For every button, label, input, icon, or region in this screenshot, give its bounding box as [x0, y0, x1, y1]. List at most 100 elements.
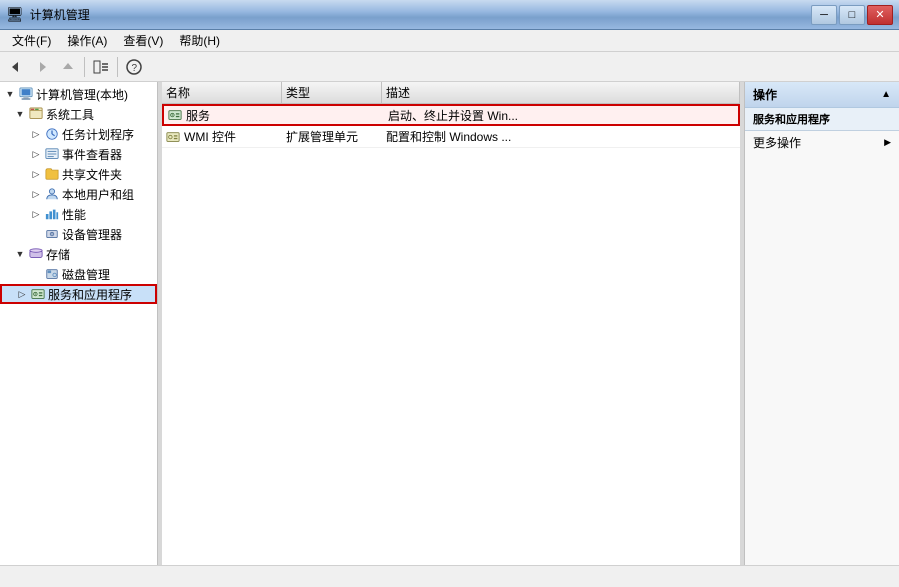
tree-device-manager[interactable]: 设备管理器 [0, 224, 157, 244]
expand-storage-icon[interactable]: ▼ [12, 246, 28, 262]
tree-local-users[interactable]: ▷ 本地用户和组 [0, 184, 157, 204]
tree-root-label: 计算机管理(本地) [36, 86, 128, 103]
perf-svg [45, 207, 59, 221]
col-name-label: 名称 [166, 84, 190, 101]
task-scheduler-label: 任务计划程序 [62, 126, 134, 143]
title-controls: ─ □ ✕ [811, 5, 893, 25]
right-panel-title: 操作 [753, 86, 777, 103]
toolbar-separator-1 [84, 57, 85, 77]
list-row-services[interactable]: 服务 启动、终止并设置 Win... [162, 104, 740, 126]
wmi-row-icon [166, 130, 180, 144]
col-header-type[interactable]: 类型 [282, 82, 382, 103]
services-apps-label: 服务和应用程序 [48, 286, 132, 303]
right-panel-header: 操作 ▲ [745, 82, 899, 108]
right-panel: 操作 ▲ 服务和应用程序 更多操作 ▶ [744, 82, 899, 565]
tree-icon [93, 59, 109, 75]
row-wmi-desc: 配置和控制 Windows ... [382, 128, 740, 145]
main-content: ▼ 计算机管理(本地) ▼ 系 [0, 82, 899, 565]
toolbar-help-button[interactable]: ? [122, 55, 146, 79]
computer-icon [18, 86, 34, 102]
toolbar-tree-button[interactable] [89, 55, 113, 79]
col-desc-label: 描述 [386, 84, 410, 101]
back-icon [8, 59, 24, 75]
title-bar: 🖥 计算机管理 ─ □ ✕ [0, 0, 899, 30]
share-icon [44, 166, 60, 182]
more-actions-label: 更多操作 [753, 134, 801, 151]
minimize-button[interactable]: ─ [811, 5, 837, 25]
tree-services-apps[interactable]: ▷ 服务和应用程序 [0, 284, 157, 304]
tree-performance[interactable]: ▷ 性能 [0, 204, 157, 224]
menu-view[interactable]: 查看(V) [115, 30, 171, 51]
list-body: 服务 启动、终止并设置 Win... WMI 控件 扩展管理单元 配置 [162, 104, 740, 565]
expand-root-icon[interactable]: ▼ [2, 86, 18, 102]
device-icon [44, 226, 60, 242]
performance-label: 性能 [62, 206, 86, 223]
row-services-desc: 启动、终止并设置 Win... [384, 107, 738, 124]
svg-text:?: ? [132, 63, 138, 74]
event-svg [45, 147, 59, 161]
title-icon: 🖥 [6, 6, 24, 23]
shared-folders-label: 共享文件夹 [62, 166, 122, 183]
device-svg [45, 227, 59, 241]
expand-perf-icon[interactable]: ▷ [28, 206, 44, 222]
up-icon [60, 59, 76, 75]
tree-task-scheduler[interactable]: ▷ 任务计划程序 [0, 124, 157, 144]
tree-system-tools[interactable]: ▼ 系统工具 [0, 104, 157, 124]
expand-event-icon[interactable]: ▷ [28, 146, 44, 162]
tree-disk-management[interactable]: 磁盘管理 [0, 264, 157, 284]
right-panel-more-actions[interactable]: 更多操作 ▶ [745, 131, 899, 154]
expand-disk-icon [28, 266, 44, 282]
storage-icon [28, 246, 44, 262]
restore-button[interactable]: □ [839, 5, 865, 25]
expand-services-icon[interactable]: ▷ [14, 286, 30, 302]
event-icon [44, 146, 60, 162]
row-wmi-name: WMI 控件 [162, 128, 282, 145]
device-manager-label: 设备管理器 [62, 226, 122, 243]
tree-shared-folders[interactable]: ▷ 共享文件夹 [0, 164, 157, 184]
toolbar-forward-button[interactable] [30, 55, 54, 79]
services-svg [31, 287, 45, 301]
col-header-name[interactable]: 名称 [162, 82, 282, 103]
menu-action[interactable]: 操作(A) [59, 30, 115, 51]
local-users-label: 本地用户和组 [62, 186, 134, 203]
forward-icon [34, 59, 50, 75]
menu-help[interactable]: 帮助(H) [171, 30, 228, 51]
col-header-desc[interactable]: 描述 [382, 82, 740, 103]
event-viewer-label: 事件查看器 [62, 146, 122, 163]
menu-bar: 文件(F) 操作(A) 查看(V) 帮助(H) [0, 30, 899, 52]
toolbar-separator-2 [117, 57, 118, 77]
services-tree-icon [30, 286, 46, 302]
monitor-svg [19, 87, 33, 101]
menu-file[interactable]: 文件(F) [4, 30, 59, 51]
expand-share-icon[interactable]: ▷ [28, 166, 44, 182]
expand-system-icon[interactable]: ▼ [12, 106, 28, 122]
more-actions-arrow: ▶ [884, 137, 891, 148]
right-panel-up-icon[interactable]: ▲ [881, 89, 891, 100]
help-icon: ? [126, 59, 142, 75]
task-svg [45, 127, 59, 141]
row-services-name-text: 服务 [186, 107, 210, 124]
expand-device-icon [28, 226, 44, 242]
toolbar-up-button[interactable] [56, 55, 80, 79]
user-svg [45, 187, 59, 201]
tree-event-viewer[interactable]: ▷ 事件查看器 [0, 144, 157, 164]
task-icon [44, 126, 60, 142]
right-panel-services-section: 服务和应用程序 [745, 108, 899, 131]
storage-label: 存储 [46, 246, 70, 263]
close-button[interactable]: ✕ [867, 5, 893, 25]
disk-management-label: 磁盘管理 [62, 266, 110, 283]
col-type-label: 类型 [286, 84, 310, 101]
row-wmi-name-text: WMI 控件 [184, 128, 236, 145]
toolbar: ? [0, 52, 899, 82]
list-row-wmi[interactable]: WMI 控件 扩展管理单元 配置和控制 Windows ... [162, 126, 740, 148]
status-bar [0, 565, 899, 587]
toolbar-back-button[interactable] [4, 55, 28, 79]
expand-task-icon[interactable]: ▷ [28, 126, 44, 142]
expand-users-icon[interactable]: ▷ [28, 186, 44, 202]
left-panel: ▼ 计算机管理(本地) ▼ 系 [0, 82, 158, 565]
user-icon [44, 186, 60, 202]
tree-root[interactable]: ▼ 计算机管理(本地) [0, 84, 157, 104]
system-tools-icon [28, 106, 44, 122]
perf-icon [44, 206, 60, 222]
tree-storage[interactable]: ▼ 存储 [0, 244, 157, 264]
